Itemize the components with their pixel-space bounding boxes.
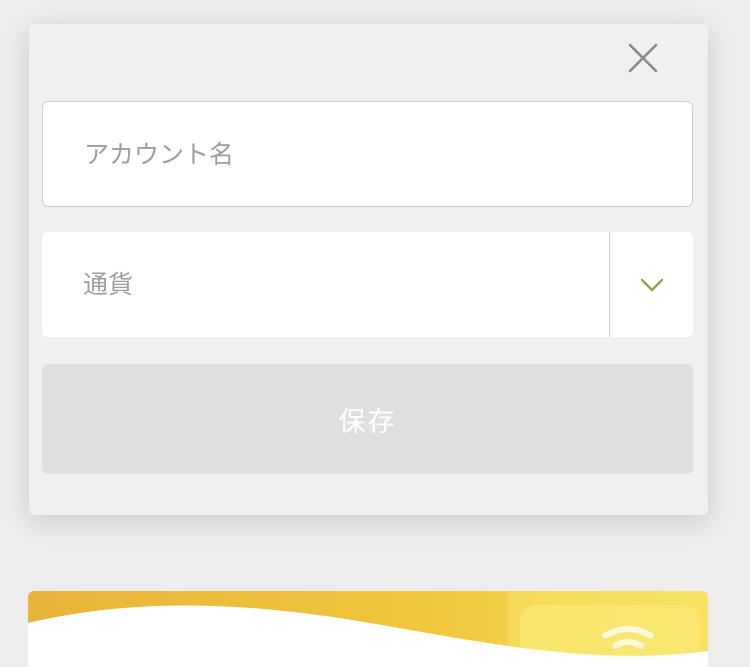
card-wave-decoration [28, 591, 708, 667]
close-button[interactable] [625, 40, 661, 76]
account-card-preview[interactable] [28, 591, 708, 667]
currency-label: 通貨 [83, 270, 134, 299]
save-button[interactable]: 保存 [42, 364, 693, 474]
currency-select[interactable]: 通貨 [42, 232, 693, 337]
chevron-down-icon [640, 278, 663, 291]
currency-dropdown-toggle[interactable] [610, 232, 693, 337]
add-account-modal: 通貨 保存 [29, 24, 708, 515]
account-name-input[interactable] [43, 102, 692, 206]
close-icon [628, 43, 658, 73]
account-name-field [42, 101, 693, 207]
